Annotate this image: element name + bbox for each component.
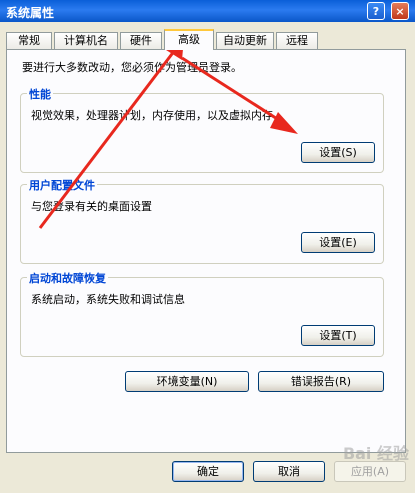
tab-hardware[interactable]: 硬件 (120, 32, 162, 49)
watermark: Bai 经验 (342, 444, 409, 463)
help-button[interactable]: ? (367, 2, 385, 20)
startup-recovery-group: 启动和故障恢复 系统启动，系统失败和调试信息 设置(T) (20, 270, 384, 357)
startup-recovery-settings-button[interactable]: 设置(T) (301, 325, 375, 346)
close-button[interactable]: × (391, 2, 409, 20)
performance-settings-button[interactable]: 设置(S) (301, 142, 375, 163)
performance-group: 性能 视觉效果，处理器计划，内存使用，以及虚拟内存 设置(S) (20, 86, 384, 173)
user-profiles-legend: 用户配置文件 (27, 177, 97, 193)
environment-variables-button[interactable]: 环境变量(N) (125, 371, 249, 392)
user-profiles-group: 用户配置文件 与您登录有关的桌面设置 设置(E) (20, 177, 384, 264)
performance-legend: 性能 (27, 86, 53, 102)
apply-button[interactable]: 应用(A) (334, 461, 406, 482)
user-profiles-description: 与您登录有关的桌面设置 (31, 200, 152, 213)
tab-computer-name[interactable]: 计算机名 (54, 32, 118, 49)
title-bar: 系统属性 ? × (0, 0, 415, 22)
tab-general[interactable]: 常规 (6, 32, 52, 49)
tab-advanced[interactable]: 高级 (164, 29, 214, 50)
startup-recovery-legend: 启动和故障恢复 (27, 270, 108, 286)
error-reporting-button[interactable]: 错误报告(R) (258, 371, 384, 392)
window-title: 系统属性 (6, 6, 55, 20)
tab-automatic-updates[interactable]: 自动更新 (216, 32, 274, 49)
tab-remote[interactable]: 远程 (276, 32, 318, 49)
startup-recovery-description: 系统启动，系统失败和调试信息 (31, 293, 185, 306)
ok-button[interactable]: 确定 (172, 461, 244, 482)
cancel-button[interactable]: 取消 (253, 461, 325, 482)
admin-notice: 要进行大多数改动，您必须作为管理员登录。 (22, 61, 242, 74)
performance-description: 视觉效果，处理器计划，内存使用，以及虚拟内存 (31, 109, 273, 122)
user-profiles-settings-button[interactable]: 设置(E) (301, 232, 375, 253)
